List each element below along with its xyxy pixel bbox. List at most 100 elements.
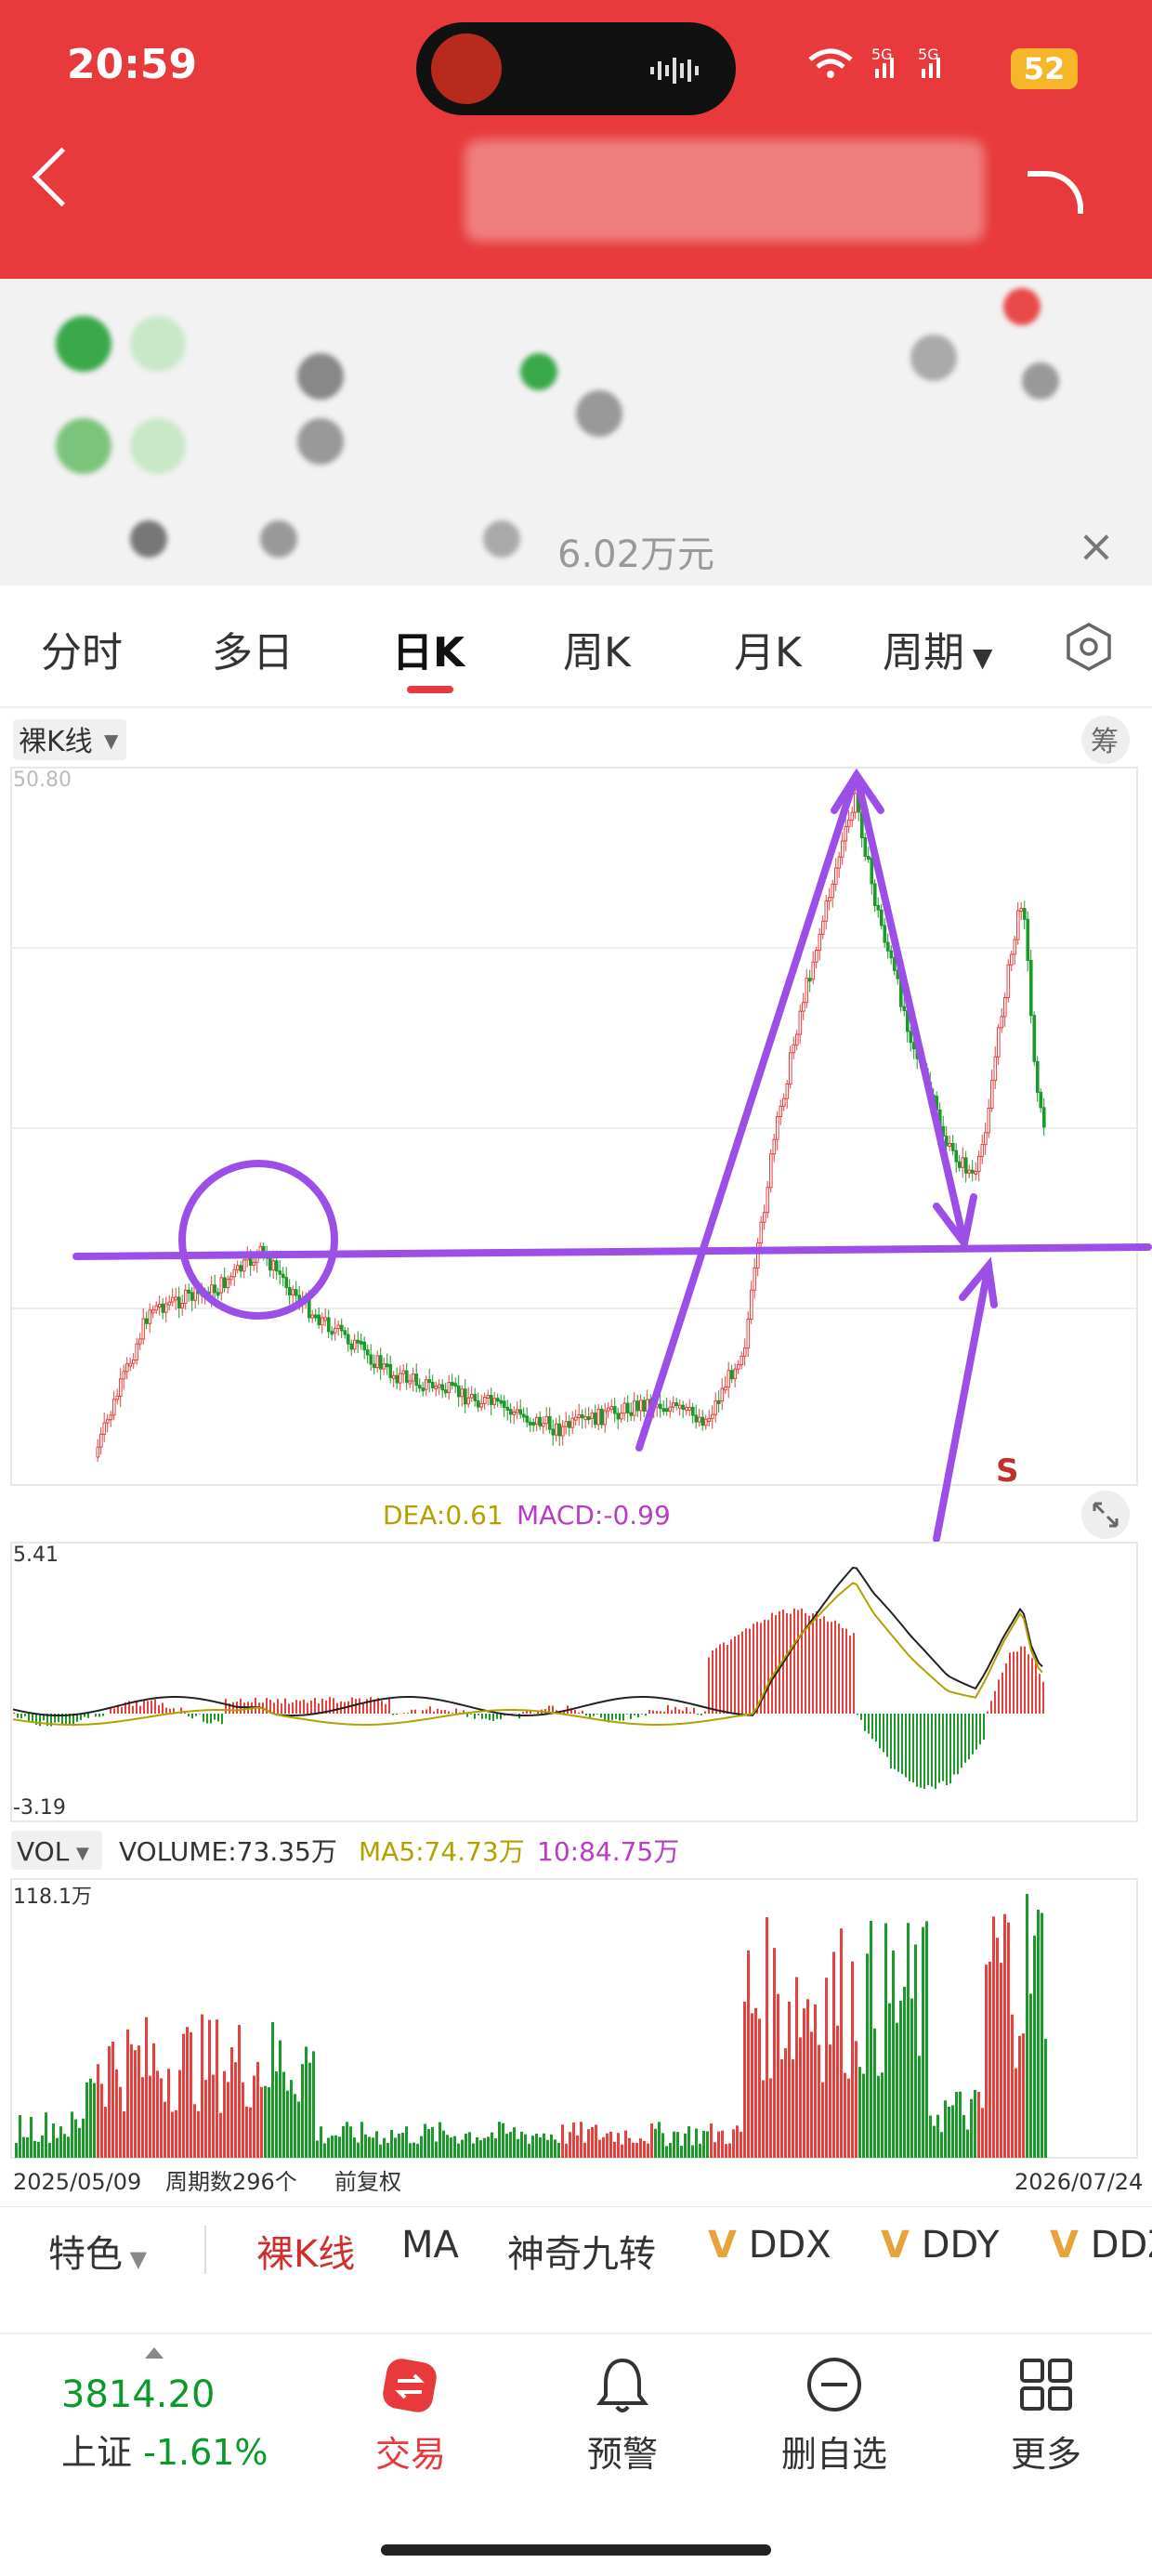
index-info[interactable]: 上证 -1.61% [61,2424,268,2475]
macd-bar [905,1714,907,1778]
volume-bar [331,2136,334,2158]
macd-bar [396,1714,398,1715]
candle-body [135,1343,139,1360]
volume-bar [988,1961,991,2158]
candle-body [525,1415,530,1423]
nav-remove-watchlist[interactable]: 删自选 [760,2334,909,2520]
candle-body [583,1416,588,1421]
candle-body [148,1309,152,1324]
indicator-ddz[interactable]: V DDZ [1050,2224,1152,2267]
macd-bar [682,1710,684,1714]
macd-axis-max: 5.41 [13,1544,59,1567]
volume-bar [126,2029,129,2158]
candle-body [414,1373,419,1387]
macd-bar [1039,1674,1041,1714]
chip-distribution-button[interactable]: 筹 [1091,726,1119,758]
macd-bar [489,1714,491,1721]
indicator-ddy[interactable]: V DDY [881,2224,1000,2267]
indicator-kline[interactable]: 裸K线 [256,2224,355,2278]
candle-body [724,1387,727,1391]
macd-bar [273,1702,275,1714]
volume-bar [654,2128,657,2158]
macd-bar [838,1623,840,1714]
macd-bar [842,1628,844,1714]
trade-icon [383,2359,437,2412]
candle-body [620,1413,623,1420]
volume-bar [780,2059,783,2158]
volume-bar [82,2118,85,2158]
settings-hexagon-icon[interactable] [1065,623,1113,671]
volume-bar [517,2138,519,2158]
volume-bar [743,2001,746,2158]
macd-bar [1016,1651,1018,1714]
kline-chart[interactable]: 裸K线 ▼ 筹 50.80 S DEA:0.61 MACD:-0.99 5.41… [0,714,1152,2206]
volume-bar [468,2132,471,2158]
volume-bar [435,2141,438,2158]
volume-bar [249,2107,252,2158]
volume-bar [795,1977,798,2158]
macd-bar [942,1714,944,1781]
candle-body [184,1289,188,1304]
candle-body [717,1400,721,1404]
macd-bar [678,1709,680,1714]
volume-bar [673,2131,675,2158]
nav-alert[interactable]: 预警 [548,2334,697,2520]
candle-body [96,1446,100,1458]
macd-bar [392,1714,394,1715]
tab-intraday[interactable]: 分时 [41,619,123,678]
volume-bar [100,2083,103,2158]
volume-selector[interactable]: VOL [17,1836,70,1867]
tab-monthly-k[interactable]: 月K [734,619,802,678]
candle-body [665,1408,669,1413]
volume-bar [137,2045,140,2158]
macd-bar [158,1704,160,1714]
dif-line [12,1566,1043,1716]
candle-body [954,1150,959,1163]
candle-body [369,1354,373,1365]
volume-bar [316,2140,319,2158]
candle-body [980,1144,985,1157]
indicator-ddx[interactable]: V DDX [708,2224,831,2267]
macd-bar [704,1711,706,1714]
wifi-signal-icon: 5G 5G [808,46,940,78]
nav-trade[interactable]: 交易 [336,2334,485,2520]
tab-multiday[interactable]: 多日 [212,619,294,678]
candle-body [1006,964,1011,999]
volume-bar [260,2086,263,2158]
volume-bar [687,2126,690,2158]
macd-bar [299,1701,301,1714]
candle-body [633,1400,636,1416]
volume-bar [910,1998,913,2158]
nav-more[interactable]: 更多 [972,2334,1120,2520]
macd-bar [775,1615,777,1714]
candle-body [945,1136,949,1147]
index-value[interactable]: 3814.20 [61,2373,215,2416]
candle-body [138,1338,142,1345]
macd-bar [1028,1654,1029,1714]
close-icon[interactable]: × [1074,524,1119,569]
macd-bar [990,1701,992,1714]
tab-daily-k[interactable]: 日K [392,619,465,678]
v-badge-icon: V [708,2224,737,2267]
candle-body [870,858,874,885]
tab-period[interactable]: 周期 ▼ [883,619,992,678]
volume-bar [424,2123,426,2158]
feature-dropdown[interactable]: 特色 ▼ [48,2224,147,2278]
volume-bar [346,2122,348,2158]
expand-icon[interactable] [1081,1491,1130,1539]
indicator-nine[interactable]: 神奇九转 [507,2224,656,2278]
candle-body [236,1265,240,1270]
macd-bar [630,1714,632,1719]
volume-bar [758,2018,761,2158]
volume-bar [268,2087,270,2158]
volume-bar [554,2139,556,2158]
price-axis-max: 50.80 [13,769,72,792]
macd-bar [307,1702,308,1714]
volume-bar [294,2094,296,2158]
volume-bar [933,2125,936,2158]
tab-weekly-k[interactable]: 周K [563,619,631,678]
kline-type-selector[interactable]: 裸K线 [19,726,93,758]
volume-bar [829,2044,831,2158]
indicator-ma[interactable]: MA [401,2224,459,2267]
volume-bar [279,2040,281,2158]
